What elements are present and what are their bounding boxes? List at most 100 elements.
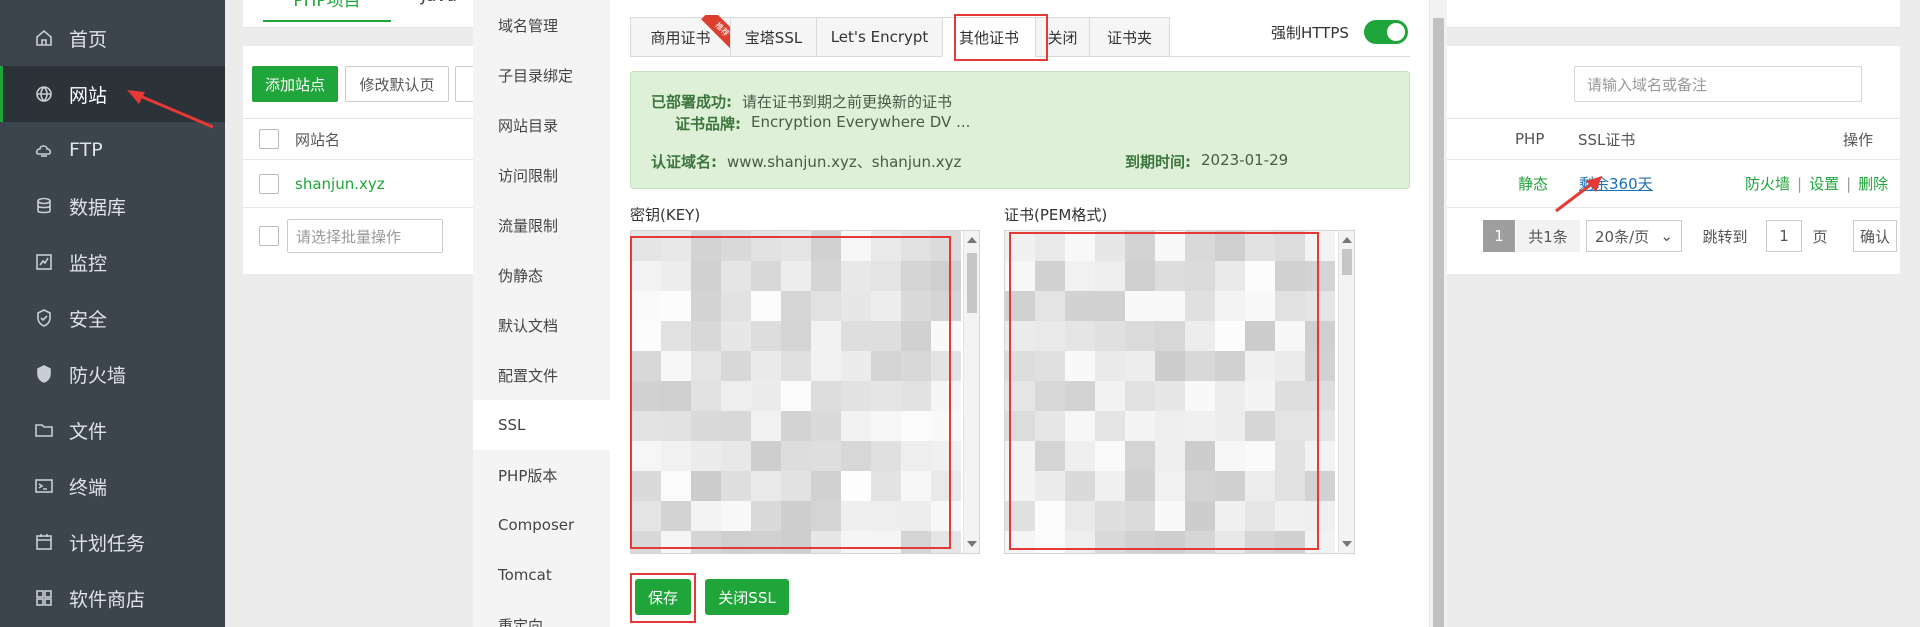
key-label: 密钥(KEY) (630, 206, 701, 224)
tab-commercial-cert[interactable]: 商用证书 推荐 (630, 15, 732, 57)
database-icon (33, 195, 55, 217)
deploy-status-value: 请在证书到期之前更换新的证书 (742, 93, 953, 111)
sidebar-item-website[interactable]: 网站 (0, 66, 225, 122)
cert-scrollbar[interactable] (1338, 231, 1354, 553)
tab-cert-folder[interactable]: 证书夹 (1089, 17, 1170, 57)
sidebar-item-home[interactable]: 首页 (0, 10, 225, 66)
row-checkbox[interactable] (259, 174, 279, 194)
batch-checkbox[interactable] (259, 226, 279, 246)
sidebar-item-appstore[interactable]: 软件商店 (0, 570, 225, 626)
scroll-thumb[interactable] (967, 253, 977, 313)
per-page-value: 20条/页 (1595, 227, 1650, 246)
terminal-icon (33, 475, 55, 497)
tab-php-project[interactable]: PHP项目 (263, 0, 391, 22)
globe-icon (33, 83, 55, 105)
annotation-box-save (630, 573, 696, 623)
sidebar-item-cron[interactable]: 计划任务 (0, 514, 225, 570)
firewall-link[interactable]: 防火墙 (1745, 173, 1790, 194)
recommended-ribbon: 推荐 (694, 15, 732, 53)
menu-item-composer[interactable]: Composer (473, 500, 610, 550)
shield-icon (33, 307, 55, 329)
menu-item-subdir[interactable]: 子目录绑定 (473, 50, 610, 100)
tab-lets-encrypt[interactable]: Let's Encrypt (816, 17, 943, 57)
annotation-box-key (630, 236, 951, 549)
site-settings-modal: 域名管理 子目录绑定 网站目录 访问限制 流量限制 伪静态 默认文档 配置文件 … (473, 0, 1447, 627)
site-name-link[interactable]: shanjun.xyz (295, 160, 385, 207)
scroll-down-icon[interactable] (1342, 541, 1352, 547)
modal-side-menu: 域名管理 子目录绑定 网站目录 访问限制 流量限制 伪静态 默认文档 配置文件 … (473, 0, 610, 627)
sidebar-item-label: 首页 (69, 28, 108, 51)
menu-item-site-dir[interactable]: 网站目录 (473, 100, 610, 150)
scroll-up-icon[interactable] (1342, 237, 1352, 243)
sidebar-item-files[interactable]: 文件 (0, 402, 225, 458)
scroll-thumb[interactable] (1342, 249, 1352, 275)
force-https-toggle[interactable] (1364, 20, 1408, 44)
jump-confirm-button[interactable]: 确认 (1853, 220, 1897, 252)
sidebar-item-label: 防火墙 (69, 364, 127, 387)
modal-scrollbar[interactable] (1429, 0, 1447, 627)
sidebar-item-terminal[interactable]: 终端 (0, 458, 225, 514)
menu-item-traffic-limit[interactable]: 流量限制 (473, 200, 610, 250)
pager-current-page[interactable]: 1 (1483, 220, 1515, 252)
tab-java[interactable]: Java (421, 0, 481, 22)
sidebar-item-label: 监控 (69, 252, 108, 275)
ftp-icon (33, 139, 55, 161)
more-button[interactable] (455, 66, 475, 102)
sidebar-item-label: 数据库 (69, 196, 127, 219)
grid-icon (33, 587, 55, 609)
sidebar-item-label: 安全 (69, 308, 108, 331)
sidebar-item-monitor[interactable]: 监控 (0, 234, 225, 290)
sidebar-item-firewall[interactable]: 防火墙 (0, 346, 225, 402)
chevron-down-icon: ⌄ (1660, 227, 1673, 245)
deploy-status-label: 已部署成功: (651, 93, 732, 111)
cert-brand-value: Encryption Everywhere DV ... (751, 113, 971, 131)
folder-icon (33, 419, 55, 441)
menu-item-redirect[interactable]: 重定向 (473, 600, 610, 627)
batch-operation-select[interactable]: 请选择批量操作 (287, 219, 443, 253)
pager-total: 共1条 (1516, 220, 1580, 252)
menu-item-config-file[interactable]: 配置文件 (473, 350, 610, 400)
cert-info-box: 已部署成功: 请在证书到期之前更换新的证书 证书品牌: Encryption E… (630, 71, 1410, 189)
sidebar: 首页 网站 FTP 数据库 监控 安全 防火墙 文件 终端 计划任务 软件商店 (0, 0, 225, 627)
sidebar-item-ftp[interactable]: FTP (0, 122, 225, 178)
select-all-checkbox[interactable] (259, 129, 279, 149)
scroll-up-icon[interactable] (967, 237, 977, 243)
sidebar-item-database[interactable]: 数据库 (0, 178, 225, 234)
page-unit-label: 页 (1812, 227, 1828, 246)
menu-item-tomcat[interactable]: Tomcat (473, 550, 610, 600)
menu-item-php-version[interactable]: PHP版本 (473, 450, 610, 500)
add-site-button[interactable]: 添加站点 (252, 66, 338, 102)
php-version[interactable]: 静态 (1518, 160, 1548, 207)
row-actions: 防火墙 | 设置 | 删除 (1745, 173, 1889, 194)
search-input[interactable]: 请输入域名或备注 (1574, 66, 1862, 102)
menu-item-default-doc[interactable]: 默认文档 (473, 300, 610, 350)
delete-link[interactable]: 删除 (1858, 173, 1888, 194)
cert-domain-label: 认证域名: (651, 153, 717, 171)
expire-date-label: 到期时间: (1125, 153, 1191, 171)
menu-item-rewrite[interactable]: 伪静态 (473, 250, 610, 300)
menu-item-domain[interactable]: 域名管理 (473, 0, 610, 50)
modal-scroll-thumb[interactable] (1433, 18, 1444, 627)
menu-item-access-limit[interactable]: 访问限制 (473, 150, 610, 200)
sidebar-item-label: 软件商店 (69, 588, 146, 611)
calendar-icon (33, 531, 55, 553)
key-scrollbar[interactable] (963, 231, 979, 553)
tab-bt-ssl[interactable]: 宝塔SSL (730, 17, 817, 57)
sidebar-item-label: 终端 (69, 476, 108, 499)
jump-page-input[interactable]: 1 (1766, 220, 1802, 252)
sidebar-item-label: FTP (69, 139, 103, 161)
annotation-box-other-cert (954, 14, 1048, 61)
settings-link[interactable]: 设置 (1809, 173, 1839, 194)
sidebar-item-security[interactable]: 安全 (0, 290, 225, 346)
close-ssl-button[interactable]: 关闭SSL (705, 579, 789, 615)
toggle-knob (1387, 23, 1405, 41)
sidebar-item-label: 网站 (69, 84, 108, 107)
per-page-select[interactable]: 20条/页 ⌄ (1586, 220, 1682, 252)
home-icon (33, 27, 55, 49)
scroll-down-icon[interactable] (967, 541, 977, 547)
modify-default-page-button[interactable]: 修改默认页 (345, 66, 449, 102)
cert-domain-value: www.shanjun.xyz、shanjun.xyz (727, 153, 962, 171)
jump-label: 跳转到 (1702, 227, 1748, 246)
menu-item-ssl[interactable]: SSL (473, 400, 610, 450)
ssl-remaining-link[interactable]: 剩余360天 (1579, 160, 1653, 207)
